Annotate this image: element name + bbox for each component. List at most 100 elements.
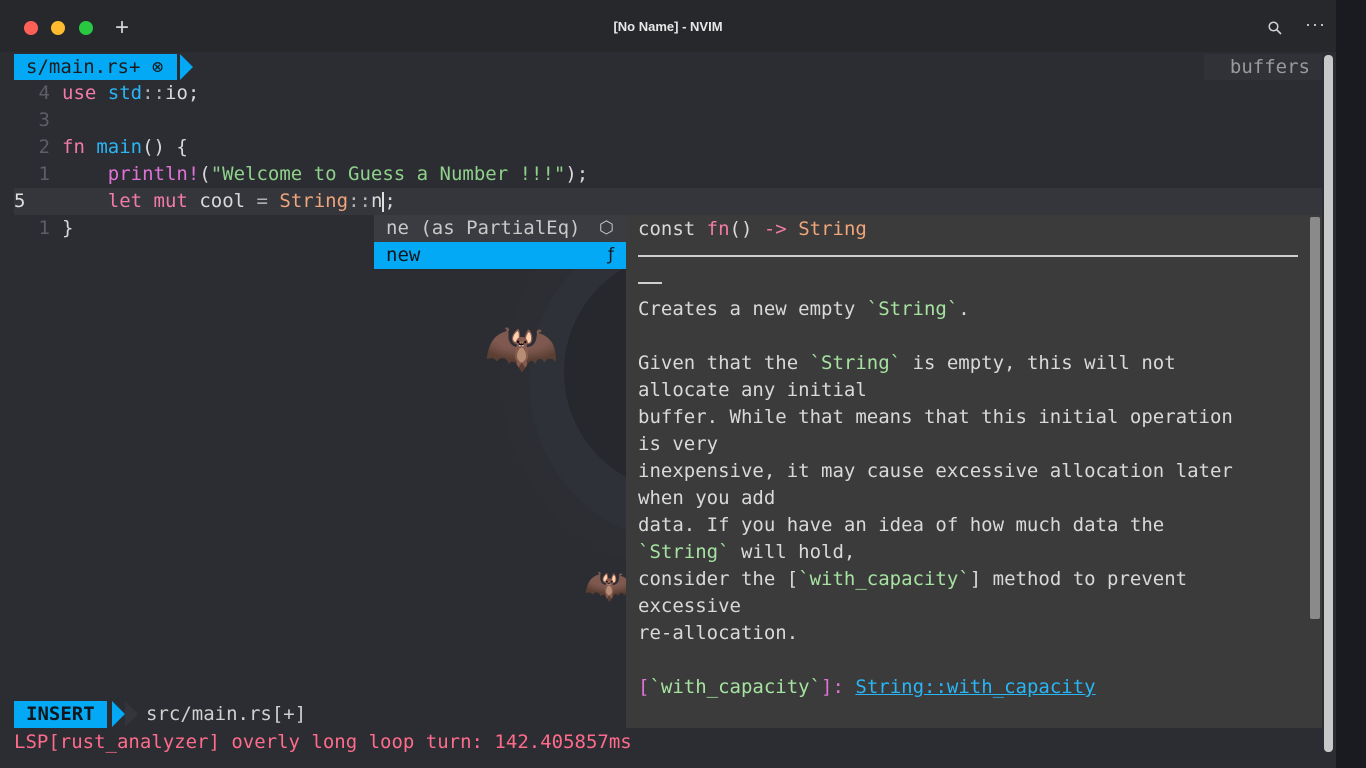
token: ]: — [821, 676, 856, 698]
token[interactable]: String::with_capacity — [855, 676, 1095, 698]
doc-line: consider the [`with_capacity`] method to… — [638, 566, 1308, 593]
doc-scrollbar-thumb[interactable] — [1310, 217, 1320, 619]
token: :: — [348, 190, 371, 212]
buffer-tabline: s/main.rs+ ⊗ buffers — [14, 52, 1322, 80]
code-text: fn main() { — [62, 134, 188, 161]
completion-item[interactable]: ne (as PartialEq) ⬡ — [374, 215, 626, 242]
token: :: — [142, 82, 165, 104]
doc-line: [`with_capacity`]: String::with_capacity — [638, 674, 1308, 701]
code-line[interactable]: 3 — [14, 107, 1322, 134]
code-text: } — [62, 215, 73, 242]
doc-line: re-allocation. — [638, 620, 1308, 647]
doc-line: buffer. While that means that this initi… — [638, 404, 1308, 431]
doc-line: inexpensive, it may cause excessive allo… — [638, 458, 1308, 485]
code-line[interactable]: 1 println!("Welcome to Guess a Number !!… — [14, 161, 1322, 188]
token: is very — [638, 433, 719, 455]
line-number: 1 — [38, 217, 50, 239]
token: `String` — [809, 352, 902, 374]
token: const — [638, 218, 707, 240]
mode-separator — [112, 701, 125, 727]
doc-line: excessive — [638, 593, 1308, 620]
doc-line: is very — [638, 431, 1308, 458]
doc-line — [638, 647, 1308, 674]
token: `String` — [638, 541, 730, 563]
more-options-icon[interactable]: ··· — [1305, 14, 1326, 35]
token: ; — [384, 190, 396, 212]
token: ] method to prevent — [969, 568, 1188, 590]
token: String — [798, 218, 867, 240]
token: will hold, — [729, 541, 856, 563]
token: . — [958, 298, 970, 320]
token: String — [279, 190, 349, 212]
function-icon: ƒ — [608, 245, 614, 265]
command-line-message: LSP[rust_analyzer] overly long loop turn… — [14, 731, 632, 753]
token: [ — [638, 676, 650, 698]
token: ); — [565, 163, 589, 185]
buffer-tab-active[interactable]: s/main.rs+ ⊗ — [14, 54, 178, 80]
buffers-label: buffers — [1203, 54, 1322, 80]
doc-line: allocate any initial — [638, 377, 1308, 404]
line-number: 5 — [14, 190, 26, 212]
line-number: 4 — [38, 82, 50, 104]
token: cool — [187, 190, 257, 212]
token: data. If you have an idea of how much da… — [638, 514, 1165, 536]
token: std — [107, 82, 143, 104]
token: () — [729, 218, 764, 240]
code-text: use std::io; — [62, 80, 199, 107]
code-text: println!("Welcome to Guess a Number !!!"… — [62, 161, 588, 188]
code-line[interactable]: 2 fn main() { — [14, 134, 1322, 161]
doc-body: Creates a new empty `String`. Given that … — [638, 296, 1308, 701]
token: () { — [142, 136, 188, 158]
doc-line: `String` will hold, — [638, 539, 1308, 566]
token: main — [96, 136, 143, 158]
token: allocate any initial — [638, 379, 867, 401]
code-text: let mut cool = String::n; — [62, 188, 396, 215]
completion-menu[interactable]: ne (as PartialEq) ⬡ new ƒ — [374, 215, 626, 269]
window-scrollbar[interactable] — [1324, 55, 1333, 752]
token: inexpensive, it may cause excessive allo… — [638, 460, 1233, 482]
completion-item[interactable]: new ƒ — [374, 242, 626, 269]
doc-line: Given that the `String` is empty, this w… — [638, 350, 1308, 377]
token: buffer. While that means that this initi… — [638, 406, 1233, 428]
completion-item-label: new — [386, 244, 421, 266]
token: Creates a new empty — [638, 298, 867, 320]
status-line: INSERT src/main.rs[+] — [14, 701, 626, 728]
doc-signature: const fn() -> String — [638, 215, 867, 243]
doc-line: data. If you have an idea of how much da… — [638, 512, 1308, 539]
token: is empty, this will not — [901, 352, 1176, 374]
documentation-popup: const fn() -> String Creates a new empty… — [626, 215, 1322, 728]
token: Given that the — [638, 352, 810, 374]
doc-line: Creates a new empty `String`. — [638, 296, 1308, 323]
nvim-window: + [No Name] - NVIM ··· 🦇 🦇 s/main.rs+ ⊗ … — [0, 0, 1336, 768]
background-bat-icon: 🦇 — [484, 313, 559, 383]
token: println! — [107, 163, 200, 185]
token: excessive — [638, 595, 741, 617]
token: when you add — [638, 487, 776, 509]
line-number: 1 — [38, 163, 50, 185]
token: n — [370, 190, 383, 212]
completion-item-label: ne (as PartialEq) — [386, 217, 581, 239]
token: "Welcome to Guess a Number !!!" — [210, 163, 566, 185]
token: fn — [706, 218, 730, 240]
token: io; — [165, 82, 200, 104]
mode-separator-2 — [125, 701, 138, 727]
token: } — [62, 217, 74, 239]
line-number: 2 — [38, 136, 50, 158]
token: mut — [153, 190, 188, 212]
tab-separator — [180, 54, 193, 80]
token: consider the [ — [638, 568, 799, 590]
token: ( — [199, 163, 211, 185]
code-line[interactable]: 4 use std::io; — [14, 80, 1322, 107]
token: let — [107, 190, 143, 212]
code-line[interactable]: 5 let mut cool = String::n; — [14, 188, 1322, 215]
search-icon[interactable] — [1268, 21, 1282, 35]
title-bar: + [No Name] - NVIM ··· — [0, 0, 1336, 52]
token: re-allocation. — [638, 622, 799, 644]
mode-indicator: INSERT — [14, 701, 107, 728]
